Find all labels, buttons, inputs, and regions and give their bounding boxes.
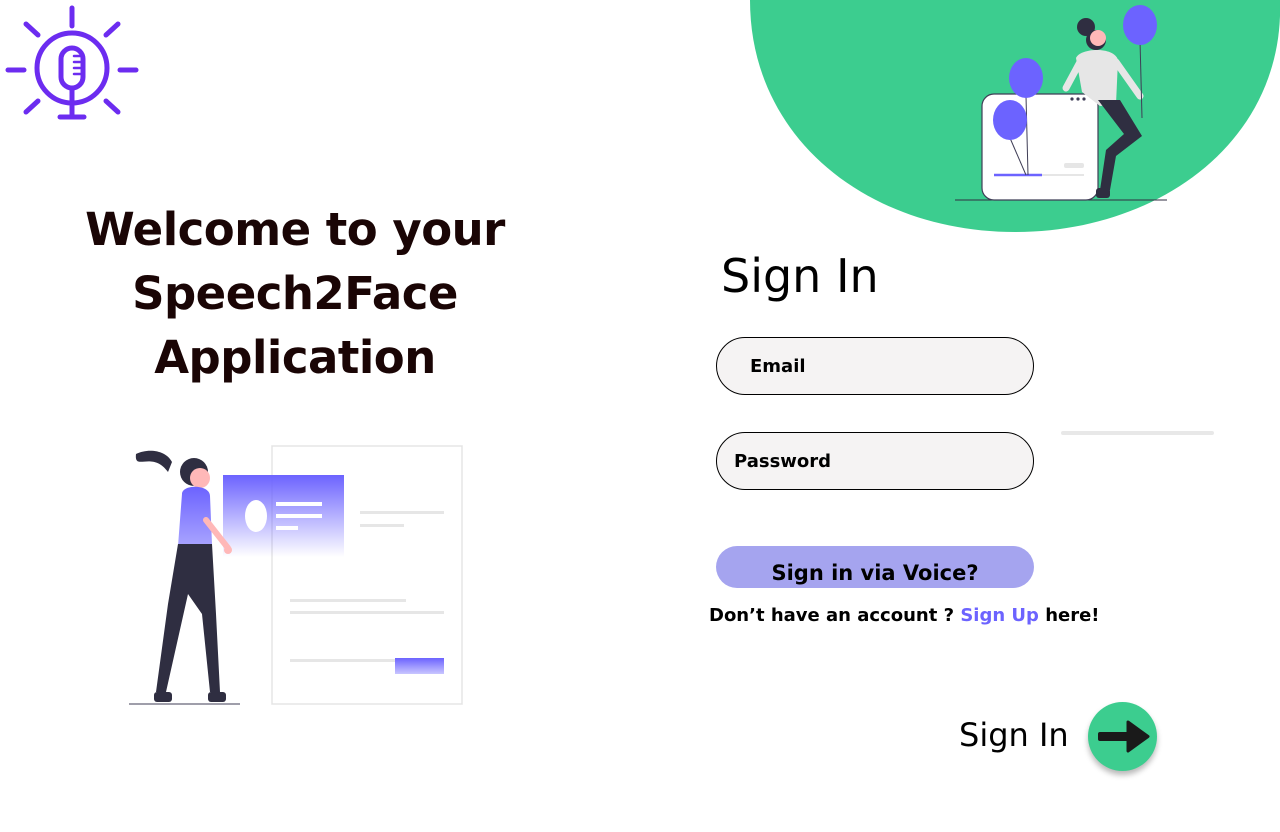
- here-text: here!: [1045, 605, 1100, 626]
- arrow-right-icon: [1098, 720, 1150, 753]
- signin-via-voice-button[interactable]: Sign in via Voice?: [716, 546, 1034, 588]
- signup-prompt: Don’t have an account ? Sign Up here!: [709, 603, 1100, 629]
- password-field[interactable]: [716, 432, 1034, 490]
- profile-card-illustration: [129, 445, 463, 705]
- signin-submit-button[interactable]: [1088, 702, 1157, 771]
- welcome-line-2: Speech2Face: [132, 267, 458, 320]
- balloons-illustration: [955, 5, 1167, 201]
- decorative-line: [1061, 431, 1214, 435]
- submit-label: Sign In: [959, 716, 1069, 754]
- no-account-text: Don’t have an account ?: [709, 605, 955, 626]
- signup-link[interactable]: Sign Up: [960, 605, 1039, 626]
- signin-title: Sign In: [721, 249, 879, 303]
- email-field[interactable]: [716, 337, 1034, 395]
- microphone-lightbulb-logo-icon: [5, 5, 139, 120]
- welcome-line-3: Application: [154, 331, 436, 384]
- welcome-line-1: Welcome to your: [85, 203, 505, 256]
- welcome-heading: Welcome to your Speech2Face Application: [70, 198, 520, 390]
